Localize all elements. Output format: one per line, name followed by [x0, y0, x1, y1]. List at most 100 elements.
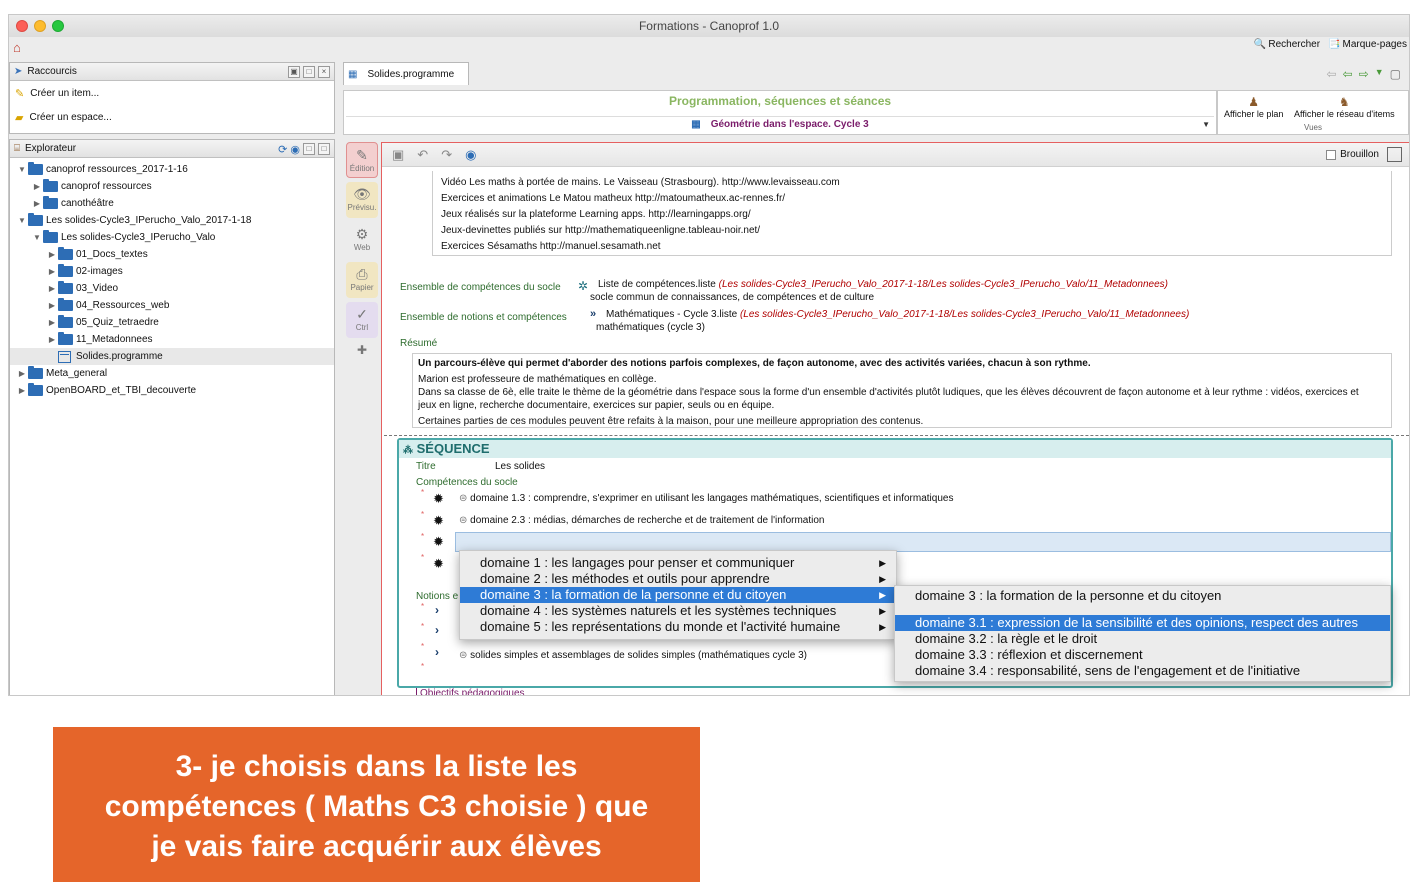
tree-item[interactable]: ▶ 01_Docs_textes	[10, 246, 334, 263]
tree-item[interactable]: ▶ OpenBOARD_et_TBI_decouverte	[10, 382, 334, 399]
resource-line[interactable]: Jeux-devinettes publiés sur http://mathe…	[441, 223, 1391, 239]
resume-box[interactable]: Un parcours-élève qui permet d'aborder d…	[412, 353, 1392, 428]
tree-item[interactable]: ▶ canoprof ressources	[10, 178, 334, 195]
submenu-item-domain[interactable]: domaine 3.2 : la règle et le droit	[895, 631, 1390, 647]
chevron-right-icon[interactable]: ▶	[16, 369, 28, 378]
chevron-right-icon[interactable]: ▶	[46, 301, 58, 310]
menu-item-domain[interactable]: domaine 5 : les représentations du monde…	[460, 619, 896, 635]
submenu-item-domain[interactable]: domaine 3.4 : responsabilité, sens de l'…	[895, 663, 1390, 679]
bookmarks-button[interactable]: 📑 Marque-pages	[1328, 39, 1407, 50]
views-group-label: Vues	[1304, 123, 1322, 132]
notion-item[interactable]: ⊜ solides simples et assemblages de soli…	[459, 650, 807, 661]
undo-icon[interactable]: ↶	[417, 147, 428, 163]
socle-reference[interactable]: Liste de compétences.liste (Les solides-…	[598, 279, 1168, 290]
paper-icon: ⎙	[356, 266, 368, 282]
submenu-item-domain[interactable]: domaine 3.3 : réflexion et discernement	[895, 647, 1390, 663]
callout-line: je vais faire acquérir aux élèves	[151, 830, 602, 863]
callout-line: 3- je choisis dans la liste les	[175, 750, 578, 783]
maximize-icon[interactable]: □	[303, 66, 315, 78]
resource-line[interactable]: Jeux réalisés sur la plateforme Learning…	[441, 207, 1391, 223]
mode-paper[interactable]: ⎙ Papier	[346, 262, 378, 298]
show-network-button[interactable]: ♞ Afficher le réseau d'items	[1294, 95, 1395, 119]
window-title: Formations - Canoprof 1.0	[638, 19, 780, 33]
notions-reference[interactable]: Mathématiques - Cycle 3.liste (Les solid…	[606, 309, 1189, 320]
prev-arrow-icon[interactable]: ⇦	[1343, 67, 1353, 81]
create-item-shortcut[interactable]: ✎ Créer un item...	[10, 81, 334, 105]
dropdown-arrow-icon[interactable]: ▼	[1375, 67, 1384, 81]
chevron-right-icon[interactable]: ▶	[46, 250, 58, 259]
chevron-down-icon[interactable]: ▼	[31, 233, 43, 242]
mode-ctrl[interactable]: ✓ Ctrl	[346, 302, 378, 338]
chevron-right-icon[interactable]: ▶	[46, 284, 58, 293]
next-arrow-icon[interactable]: ⇨	[1359, 67, 1369, 81]
item-icon: ⊜	[459, 493, 468, 504]
resource-line[interactable]: Exercices et animations Le Matou matheux…	[441, 191, 1391, 207]
window-icon[interactable]: ▢	[1390, 67, 1401, 81]
mode-web[interactable]: ⚙ Web	[346, 222, 378, 258]
maximize-editor-button[interactable]	[1387, 147, 1402, 162]
submenu-header[interactable]: domaine 3 : la formation de la personne …	[895, 588, 1390, 604]
back-arrow-icon[interactable]: ⇦	[1327, 67, 1337, 81]
mode-edition[interactable]: ✎ Édition	[346, 142, 378, 178]
save-icon[interactable]: ▣	[392, 147, 404, 163]
program-subtitle-select[interactable]: ▦ Géométrie dans l'espace. Cycle 3 ▼	[346, 116, 1214, 133]
show-plan-button[interactable]: ♟ Afficher le plan	[1224, 95, 1283, 119]
tree-item[interactable]: ▶ 11_Metadonnees	[10, 331, 334, 348]
chevron-right-icon[interactable]: ›	[435, 603, 439, 617]
tree-item[interactable]: Solides.programme	[10, 348, 334, 365]
resource-line[interactable]: Exercices Sésamaths http://manuel.sesama…	[441, 239, 1391, 255]
menu-item-domain[interactable]: domaine 4 : les systèmes naturels et les…	[460, 603, 896, 619]
chevron-right-icon[interactable]: ▶	[46, 318, 58, 327]
add-mode-button[interactable]: ✚	[346, 342, 378, 360]
tree-item[interactable]: ▼ canoprof ressources_2017-1-16	[10, 161, 334, 178]
lock-icon[interactable]: ▣	[288, 66, 300, 78]
tree-item[interactable]: ▶ 03_Video	[10, 280, 334, 297]
tree-item[interactable]: ▶ 04_Ressources_web	[10, 297, 334, 314]
refresh-icon[interactable]: ⟳	[278, 143, 287, 156]
titre-value[interactable]: Les solides	[495, 461, 545, 472]
home-icon[interactable]: ⌂	[13, 40, 21, 55]
chevron-right-icon[interactable]: ▶	[46, 335, 58, 344]
create-space-shortcut[interactable]: ▰ Créer un espace...	[10, 105, 334, 129]
menu-icon[interactable]: ◉	[465, 147, 476, 163]
resource-line[interactable]: Vidéo Les maths à portée de mains. Le Va…	[441, 175, 1391, 191]
chevron-right-icon[interactable]: ›	[435, 623, 439, 637]
plus-icon: ✚	[356, 343, 368, 357]
required-marker: *	[421, 510, 425, 519]
tree-item-label: OpenBOARD_et_TBI_decouverte	[46, 385, 197, 396]
menu-item-domain[interactable]: domaine 2 : les méthodes et outils pour …	[460, 571, 896, 587]
competence-item-editing[interactable]	[455, 532, 1391, 552]
edit-icon: ✎	[356, 147, 368, 163]
filter-icon[interactable]: ◉	[290, 143, 300, 156]
tree-item[interactable]: ▶ 05_Quiz_tetraedre	[10, 314, 334, 331]
chevron-down-icon[interactable]: ▼	[16, 216, 28, 225]
menu-item-domain[interactable]: domaine 1 : les langages pour penser et …	[460, 555, 896, 571]
close-icon[interactable]: ×	[318, 66, 330, 78]
mode-preview[interactable]: 👁 Prévisu.	[346, 182, 378, 218]
close-icon[interactable]: □	[318, 143, 330, 155]
shortcuts-header: ➤ Raccourcis ▣ □ ×	[10, 63, 334, 81]
submenu-item-domain[interactable]: domaine 3.1 : expression de la sensibili…	[895, 615, 1390, 631]
menu-item-domain[interactable]: domaine 3 : la formation de la personne …	[460, 587, 896, 603]
brouillon-checkbox[interactable]	[1326, 149, 1337, 160]
redo-icon[interactable]: ↷	[441, 147, 452, 163]
competence-item[interactable]: ⊜ domaine 1.3 : comprendre, s'exprimer e…	[459, 493, 953, 504]
explorer-pane: ⌸ Explorateur ⟳ ◉ □ □ ▼ canoprof ressourc…	[9, 139, 335, 695]
calendar-icon	[58, 350, 71, 363]
chevron-right-icon[interactable]: ▶	[46, 267, 58, 276]
chevron-right-icon[interactable]: ▶	[31, 182, 43, 191]
tree-item[interactable]: ▶ canothéâtre	[10, 195, 334, 212]
tree-item[interactable]: ▼ Les solides-Cycle3_IPerucho_Valo_2017-1…	[10, 212, 334, 229]
chevron-right-icon[interactable]: ›	[435, 645, 439, 659]
chevron-right-icon[interactable]: ▶	[31, 199, 43, 208]
tree-item[interactable]: ▼ Les solides-Cycle3_IPerucho_Valo	[10, 229, 334, 246]
brouillon-toggle[interactable]: Brouillon	[1326, 147, 1402, 162]
chevron-down-icon[interactable]: ▼	[16, 165, 28, 174]
tree-item[interactable]: ▶ Meta_general	[10, 365, 334, 382]
competence-item[interactable]: ⊜ domaine 2.3 : médias, démarches de rec…	[459, 515, 825, 526]
maximize-icon[interactable]: □	[303, 143, 315, 155]
chevron-right-icon[interactable]: ▶	[16, 386, 28, 395]
tree-item[interactable]: ▶ 02-images	[10, 263, 334, 280]
tab-solides-programme[interactable]: ▦ Solides.programme	[343, 62, 469, 85]
search-button[interactable]: 🔍 Rechercher	[1254, 39, 1320, 50]
